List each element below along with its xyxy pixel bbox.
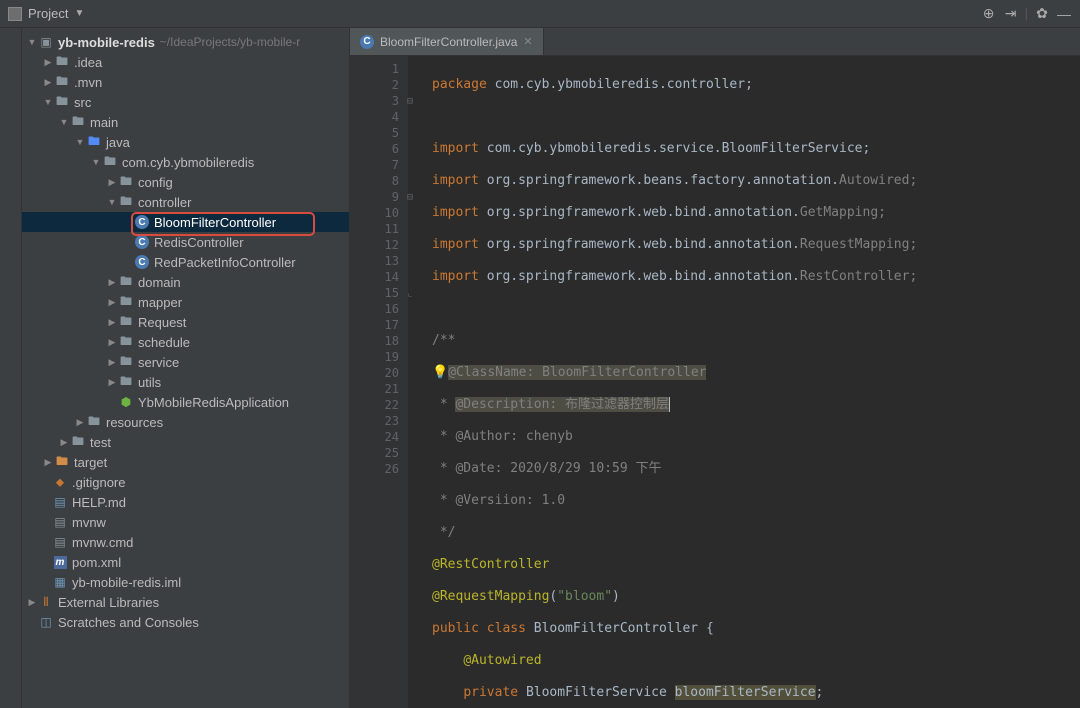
- bulb-icon[interactable]: 💡: [432, 365, 448, 380]
- tree-folder-config[interactable]: ▶🖿config: [22, 172, 349, 192]
- target-icon[interactable]: ⊕: [981, 6, 997, 22]
- code-area[interactable]: package com.cyb.ybmobileredis.controller…: [408, 56, 1080, 708]
- markdown-icon: [52, 495, 68, 509]
- editor-tabs: BloomFilterController.java ✕: [350, 28, 1080, 56]
- tree-external-libs[interactable]: ▶External Libraries: [22, 592, 349, 612]
- project-tree[interactable]: ▼▣yb-mobile-redis~/IdeaProjects/yb-mobil…: [22, 28, 350, 708]
- folder-icon: 🖿: [118, 195, 134, 209]
- tree-item-pom[interactable]: pom.xml: [22, 552, 349, 572]
- tree-folder-resources[interactable]: ▶🖿resources: [22, 412, 349, 432]
- scratch-icon: [38, 615, 54, 629]
- spring-icon: [118, 395, 134, 409]
- tree-folder-domain[interactable]: ▶🖿domain: [22, 272, 349, 292]
- tree-folder-controller[interactable]: ▼🖿controller: [22, 192, 349, 212]
- tree-folder-mvn[interactable]: ▶🖿.mvn: [22, 72, 349, 92]
- tree-folder-request[interactable]: ▶🖿Request: [22, 312, 349, 332]
- hide-icon[interactable]: —: [1056, 6, 1072, 22]
- project-toolbar: Project ▼ ⊕ ⇥ | ✿ —: [0, 0, 1080, 28]
- tab-title: BloomFilterController.java: [380, 35, 517, 49]
- folder-icon: 🖿: [118, 275, 134, 289]
- class-icon: [360, 35, 374, 49]
- tree-folder-target[interactable]: ▶🖿target: [22, 452, 349, 472]
- tree-folder-main[interactable]: ▼🖿main: [22, 112, 349, 132]
- tree-folder-java[interactable]: ▼🖿java: [22, 132, 349, 152]
- tree-folder-schedule[interactable]: ▶🖿schedule: [22, 332, 349, 352]
- folder-icon: 🖿: [118, 335, 134, 349]
- folder-icon: 🖿: [118, 355, 134, 369]
- close-icon[interactable]: ✕: [523, 35, 532, 48]
- tree-item-mvnw[interactable]: mvnw: [22, 512, 349, 532]
- tree-folder-service[interactable]: ▶🖿service: [22, 352, 349, 372]
- tree-folder-src[interactable]: ▼🖿src: [22, 92, 349, 112]
- file-icon: [52, 535, 68, 549]
- tree-scratches[interactable]: Scratches and Consoles: [22, 612, 349, 632]
- folder-icon: 🖿: [118, 315, 134, 329]
- folder-icon: 🖿: [118, 295, 134, 309]
- tree-folder-utils[interactable]: ▶🖿utils: [22, 372, 349, 392]
- tree-item-gitignore[interactable]: .gitignore: [22, 472, 349, 492]
- folder-icon: 🖿: [86, 135, 102, 149]
- gutter[interactable]: 1 2 3⊟ 4 5 6 7 8 9⊟ 10 11 12 13 14 15⌞ 1…: [350, 56, 408, 708]
- gitignore-icon: [52, 475, 68, 489]
- project-title[interactable]: Project: [28, 6, 68, 21]
- project-icon: [8, 7, 22, 21]
- class-icon: [134, 235, 150, 249]
- collapse-icon[interactable]: ⇥: [1003, 6, 1019, 22]
- tree-item-rediscontroller[interactable]: RedisController: [22, 232, 349, 252]
- tree-item-mvnwcmd[interactable]: mvnw.cmd: [22, 532, 349, 552]
- tree-item-help[interactable]: HELP.md: [22, 492, 349, 512]
- editor: BloomFilterController.java ✕ 1 2 3⊟ 4 5 …: [350, 28, 1080, 708]
- tree-folder-idea[interactable]: ▶🖿.idea: [22, 52, 349, 72]
- tree-item-redpacket[interactable]: RedPacketInfoController: [22, 252, 349, 272]
- folder-icon: 🖿: [70, 435, 86, 449]
- tree-item-iml[interactable]: yb-mobile-redis.iml: [22, 572, 349, 592]
- class-icon: [134, 215, 150, 229]
- folder-icon: 🖿: [54, 75, 70, 89]
- tree-root[interactable]: ▼▣yb-mobile-redis~/IdeaProjects/yb-mobil…: [22, 32, 349, 52]
- class-icon: [134, 255, 150, 269]
- tree-folder-mapper[interactable]: ▶🖿mapper: [22, 292, 349, 312]
- tree-package[interactable]: ▼🖿com.cyb.ybmobileredis: [22, 152, 349, 172]
- tree-item-app[interactable]: YbMobileRedisApplication: [22, 392, 349, 412]
- module-icon: ▣: [38, 35, 54, 49]
- folder-icon: 🖿: [54, 455, 70, 469]
- folder-icon: 🖿: [54, 95, 70, 109]
- chevron-down-icon[interactable]: ▼: [74, 8, 84, 19]
- library-icon: [38, 595, 54, 609]
- tree-item-bloomfilter[interactable]: BloomFilterController: [22, 212, 349, 232]
- folder-icon: 🖿: [70, 115, 86, 129]
- gear-icon[interactable]: ✿: [1034, 6, 1050, 22]
- folder-icon: 🖿: [118, 175, 134, 189]
- folder-icon: 🖿: [86, 415, 102, 429]
- file-icon: [52, 515, 68, 529]
- tool-window-stripe[interactable]: [0, 28, 22, 708]
- package-icon: 🖿: [102, 155, 118, 169]
- folder-icon: 🖿: [54, 55, 70, 69]
- iml-icon: [52, 575, 68, 589]
- maven-icon: [52, 555, 68, 569]
- folder-icon: 🖿: [118, 375, 134, 389]
- tree-folder-test[interactable]: ▶🖿test: [22, 432, 349, 452]
- tab-bloomfilter[interactable]: BloomFilterController.java ✕: [350, 28, 544, 55]
